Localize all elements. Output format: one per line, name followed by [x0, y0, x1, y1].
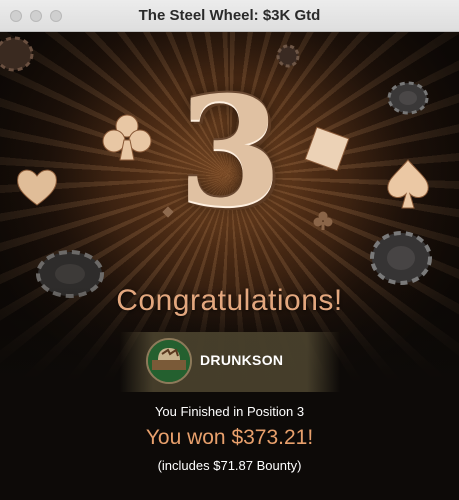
club-icon [313, 211, 333, 230]
poker-chip-icon [370, 231, 432, 285]
finish-position-text: You Finished in Position 3 [154, 404, 305, 419]
results-screen: 3 Congratulations! DRUNKSON You Finished… [0, 32, 459, 500]
poker-chip-icon [0, 36, 34, 72]
spade-icon [387, 159, 429, 209]
heart-icon [17, 169, 57, 206]
app-window: The Steel Wheel: $3K Gtd 3 Congratulatio… [0, 0, 459, 500]
title-bar: The Steel Wheel: $3K Gtd [0, 0, 459, 32]
poker-chip-icon [387, 81, 429, 115]
winnings-text: You won $373.21! [145, 426, 314, 449]
avatar [146, 338, 192, 384]
player-name: DRUNKSON [200, 352, 284, 368]
avatar-image [148, 340, 190, 382]
bounty-text: (includes $71.87 Bounty) [157, 458, 302, 473]
club-icon [102, 114, 152, 161]
finish-position-number: 3 [177, 64, 283, 240]
window-title: The Steel Wheel: $3K Gtd [138, 7, 321, 24]
congratulations-heading: Congratulations! [116, 284, 343, 317]
